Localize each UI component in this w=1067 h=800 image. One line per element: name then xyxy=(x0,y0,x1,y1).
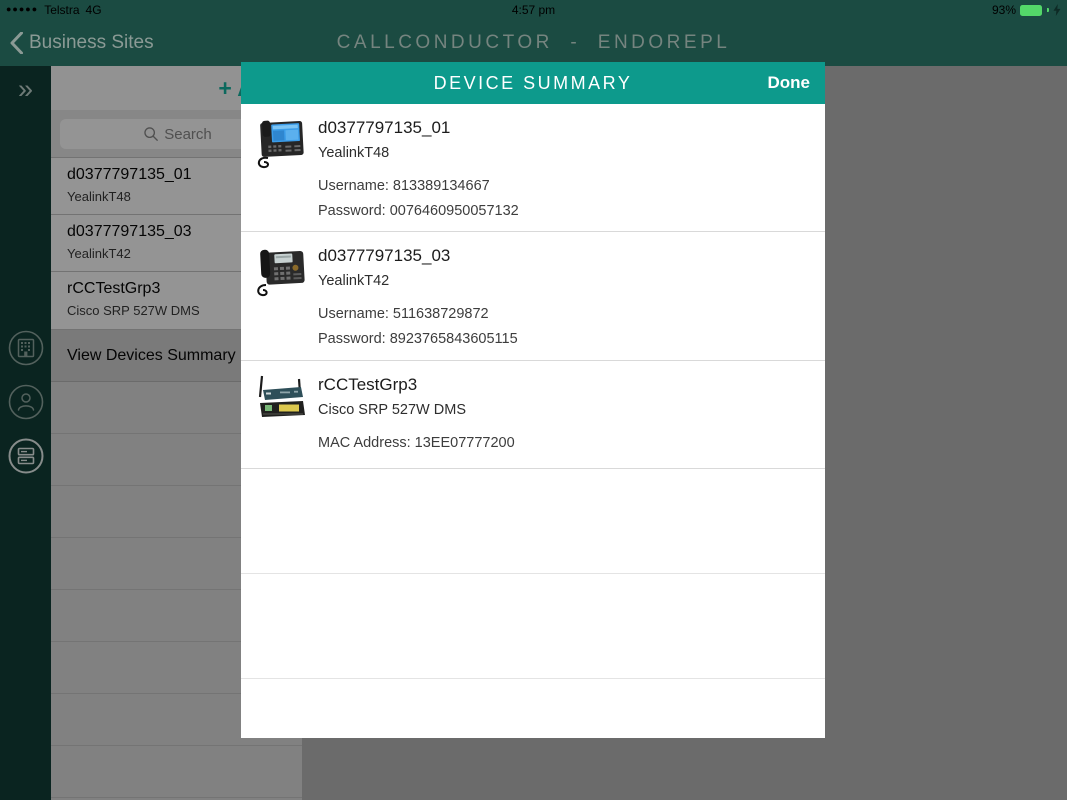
yealink-t48-phone-image xyxy=(254,116,309,171)
modal-body: d0377797135_01 YealinkT48 Username: 81338… xyxy=(241,104,825,738)
battery-tip xyxy=(1047,8,1049,12)
summary-device-2: d0377797135_03 YealinkT42 Username: 51163… xyxy=(241,232,825,361)
device-fields: Username: 813389134667 Password: 007646095… xyxy=(318,178,825,219)
summary-device-name: rCCTestGrp3 xyxy=(318,375,418,394)
field-value: 8923765843605115 xyxy=(389,331,518,347)
username-line: Username: 511638729872 xyxy=(318,306,825,322)
username-line: Username: 813389134667 xyxy=(318,178,825,194)
summary-device-3: rCCTestGrp3 Cisco SRP 527W DMS MAC Addre… xyxy=(241,361,825,469)
field-label: MAC Address: xyxy=(318,435,411,451)
done-button[interactable]: Done xyxy=(768,62,811,104)
summary-device-name: d0377797135_03 xyxy=(318,246,451,265)
charging-bolt-icon xyxy=(1053,4,1061,16)
field-label: Username: xyxy=(318,178,389,194)
yealink-t42-phone-image xyxy=(254,244,309,299)
field-label: Password: xyxy=(318,203,386,219)
battery-icon xyxy=(1020,4,1042,16)
modal-header: DEVICE SUMMARY Done xyxy=(241,62,825,104)
modal-empty-row xyxy=(241,469,825,574)
field-label: Username: xyxy=(318,306,389,322)
mac-address-line: MAC Address: 13EE07777200 xyxy=(318,435,825,451)
modal-title: DEVICE SUMMARY xyxy=(433,72,633,93)
summary-device-1: d0377797135_01 YealinkT48 Username: 81338… xyxy=(241,104,825,232)
cisco-srp-527w-router-image xyxy=(254,373,309,428)
field-value: 0076460950057132 xyxy=(389,203,519,219)
password-line: Password: 8923765843605115 xyxy=(318,331,825,347)
field-value: 13EE07777200 xyxy=(414,435,515,451)
summary-device-model: YealinkT48 xyxy=(318,145,390,161)
page-title: CALLCONDUCTOR - ENDOREPL xyxy=(336,32,731,53)
summary-device-model: YealinkT42 xyxy=(318,273,390,289)
summary-device-name: d0377797135_01 xyxy=(318,118,451,137)
field-value: 813389134667 xyxy=(392,178,490,194)
modal-empty-row xyxy=(241,574,825,679)
nav-bar: Business Sites CALLCONDUCTOR - ENDOREPL xyxy=(0,20,1067,66)
device-fields: Username: 511638729872 Password: 892376584… xyxy=(318,306,825,347)
summary-device-model: Cisco SRP 527W DMS xyxy=(318,402,466,418)
battery-percent-label: 93% xyxy=(991,3,1016,17)
device-fields: MAC Address: 13EE07777200 xyxy=(318,435,825,451)
device-summary-modal: DEVICE SUMMARY Done d0377797135_01 Yeali… xyxy=(241,62,825,738)
field-label: Password: xyxy=(318,331,386,347)
clock-label: 4:57 pm xyxy=(511,3,556,17)
status-bar: ●●●●● Telstra 4G 4:57 pm 93% xyxy=(0,0,1067,20)
app-screen: ●●●●● Telstra 4G 4:57 pm 93% Business Si… xyxy=(0,0,1067,800)
password-line: Password: 0076460950057132 xyxy=(318,203,825,219)
status-right: 93% xyxy=(992,0,1061,20)
field-value: 511638729872 xyxy=(392,306,489,322)
